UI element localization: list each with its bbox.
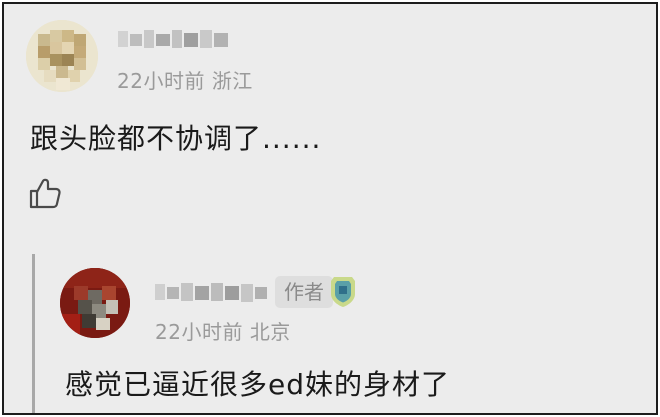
author-badge: 作者 bbox=[275, 276, 333, 308]
medal-icon bbox=[331, 277, 355, 307]
comment-time: 22小时前 bbox=[117, 69, 205, 93]
avatar-pixelated-image bbox=[26, 20, 98, 92]
reply-location: 北京 bbox=[249, 320, 291, 344]
comment-meta: 22小时前 浙江 bbox=[117, 65, 253, 94]
reply-block: 作者 22小时前 北京 感觉已逼近很多ed妹的身材了 bbox=[32, 254, 656, 413]
reply-meta: 22小时前 北京 bbox=[155, 316, 291, 345]
comment-text: 跟头脸都不协调了...... bbox=[30, 122, 322, 155]
reply-blurred-username[interactable] bbox=[153, 276, 271, 306]
reply-text: 感觉已逼近很多ed妹的身材了 bbox=[65, 368, 451, 401]
avatar[interactable] bbox=[26, 20, 98, 92]
thumbs-up-icon[interactable] bbox=[28, 176, 62, 210]
comment-location: 浙江 bbox=[211, 69, 253, 93]
comment-thread: 22小时前 浙江 跟头脸都不协调了...... 作者 22小时前 北京 感觉已逼… bbox=[2, 2, 658, 415]
reply-avatar[interactable] bbox=[60, 268, 130, 338]
blurred-username[interactable] bbox=[116, 24, 236, 54]
reply-time: 22小时前 bbox=[155, 320, 243, 344]
reply-avatar-pixelated-image bbox=[60, 268, 130, 338]
